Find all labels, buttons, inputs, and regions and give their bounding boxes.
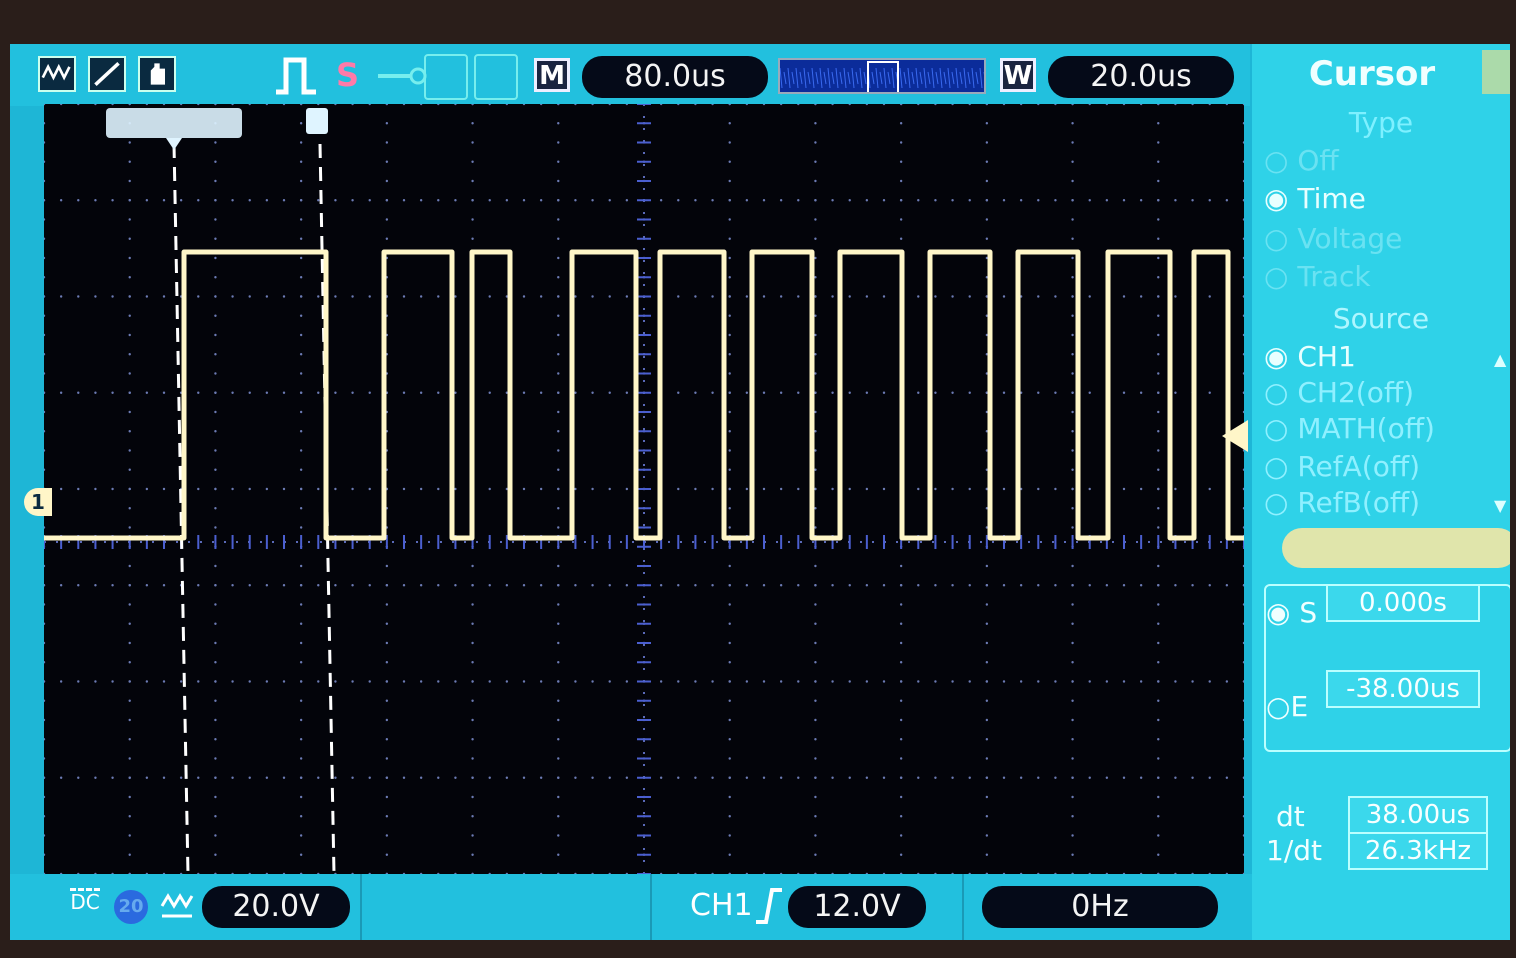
printer-icon (474, 54, 518, 100)
inv-dt-value: 26.3kHz (1348, 832, 1488, 870)
close-icon[interactable] (1482, 50, 1510, 94)
trigger-source: CH1 (690, 888, 753, 923)
type-option-time[interactable]: ◉ Time (1264, 182, 1366, 215)
start-cursor-value[interactable]: 0.000s (1326, 584, 1480, 622)
dt-value: 38.00us (1348, 796, 1488, 834)
end-cursor-radio[interactable]: ○E (1266, 690, 1308, 723)
trigger-level-marker[interactable] (1222, 420, 1248, 452)
window-tag: W (1000, 58, 1036, 92)
cursor-a-pointer (166, 138, 182, 150)
ch1-ground-marker[interactable]: 1 (24, 488, 52, 516)
rising-edge-icon (754, 886, 784, 926)
invert-icon (160, 892, 194, 922)
volts-per-div-readout: 20.0V (202, 886, 350, 928)
scroll-down-icon[interactable]: ▼ (1494, 496, 1506, 515)
start-cursor-radio[interactable]: ◉ S (1266, 596, 1317, 629)
cursor-menu: Cursor Type ○ Off ◉ Time ○ Voltage ○ Tra… (1252, 44, 1510, 940)
key-icon (374, 66, 428, 86)
memory-waveform-bar (778, 58, 986, 94)
inv-dt-label: 1/dt (1266, 834, 1322, 867)
window-timebase-readout: 20.0us (1048, 56, 1234, 98)
type-option-voltage[interactable]: ○ Voltage (1264, 222, 1402, 255)
source-option-refa[interactable]: ○ RefA(off) (1264, 450, 1420, 483)
type-option-track[interactable]: ○ Track (1264, 260, 1371, 293)
run-mode-icon[interactable] (38, 56, 76, 92)
timebase-readout: 80.0us (582, 56, 768, 98)
menu-title: Cursor (1308, 54, 1436, 94)
hand-icon[interactable] (138, 56, 176, 92)
source-option-math[interactable]: ○ MATH(off) (1264, 412, 1435, 445)
bottom-status-bar: DC 20 20.0V CH1 12.0V 0Hz (10, 874, 1252, 940)
s-icon: S (336, 56, 360, 94)
ch1-trace (44, 249, 1244, 541)
source-option-refb[interactable]: ○ RefB(off) (1264, 486, 1420, 519)
cursor-select-bar[interactable] (1282, 528, 1510, 568)
frequency-readout: 0Hz (982, 886, 1218, 928)
type-option-off[interactable]: ○ Off (1264, 144, 1339, 177)
end-cursor-value[interactable]: -38.00us (1326, 670, 1480, 708)
waveform-canvas (42, 102, 1246, 876)
dt-label: dt (1276, 800, 1305, 833)
source-option-ch1[interactable]: ◉ CH1 (1264, 340, 1356, 373)
cursor-label-box (106, 108, 242, 138)
coupling-icon: DC (70, 888, 100, 914)
waveform-display (42, 102, 1246, 876)
cursor-b-handle (306, 108, 328, 134)
usb-icon (424, 54, 468, 100)
pulse-icon (272, 52, 320, 98)
source-header: Source (1332, 302, 1430, 335)
bw-limit-icon: 20 (114, 890, 148, 924)
oscilloscope-screen: S M 80.0us W 20.0us 1 Cursor Type ○ Off … (10, 44, 1510, 940)
source-option-ch2[interactable]: ○ CH2(off) (1264, 376, 1414, 409)
slope-icon[interactable] (88, 56, 126, 92)
mode-tag: M (534, 58, 570, 92)
scroll-up-icon[interactable]: ▲ (1494, 350, 1506, 369)
type-header: Type (1348, 106, 1414, 139)
top-status-bar: S M 80.0us W 20.0us (10, 44, 1250, 106)
trigger-level-readout: 12.0V (788, 886, 926, 928)
